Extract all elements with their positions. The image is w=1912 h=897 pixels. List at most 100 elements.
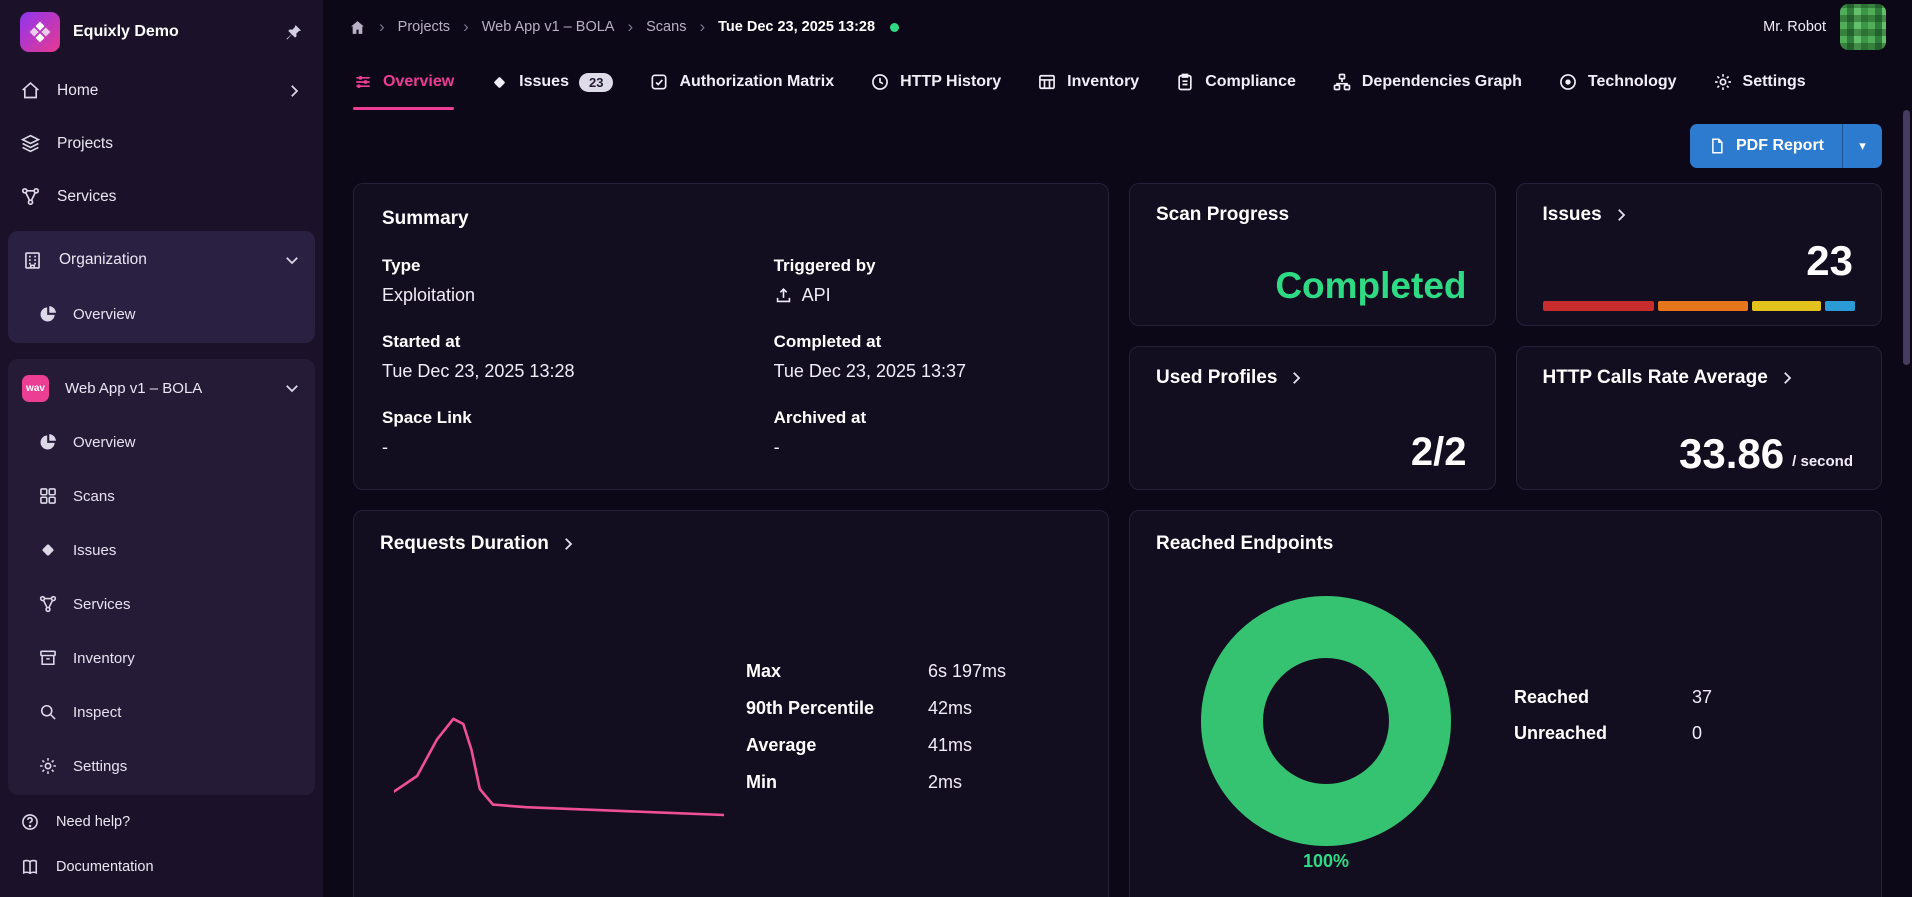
chevron-down-icon (283, 379, 301, 397)
sidebar-item-project-settings[interactable]: Settings (8, 739, 315, 793)
breadcrumb-current: Tue Dec 23, 2025 13:28 (718, 19, 875, 35)
sidebar-item-organization[interactable]: Organization (8, 233, 315, 287)
card-title: Issues (1543, 204, 1602, 226)
tab-settings[interactable]: Settings (1713, 54, 1806, 110)
sidebar-item-organization-overview[interactable]: Overview (8, 287, 315, 341)
archive-icon (38, 648, 58, 668)
tab-label: Settings (1743, 73, 1806, 91)
summary-field-archived-at: Archived at - (774, 408, 1080, 458)
tab-label: Authorization Matrix (679, 73, 834, 91)
breadcrumb-item[interactable]: Scans (646, 19, 686, 35)
breadcrumb-home-icon[interactable] (349, 19, 366, 36)
requests-duration-card: Requests Duration Max6s 197ms 90th Perce… (353, 510, 1109, 897)
chevron-right-icon[interactable] (1778, 369, 1796, 387)
book-icon (20, 857, 40, 877)
chevron-right-icon[interactable] (1287, 369, 1305, 387)
grid-icon (38, 486, 58, 506)
breadcrumb-separator: › (379, 17, 385, 37)
tab-issues[interactable]: Issues 23 (490, 54, 613, 110)
checkbox-icon (649, 72, 669, 92)
summary-field-started-at: Started at Tue Dec 23, 2025 13:28 (382, 332, 744, 382)
breadcrumb-separator: › (463, 17, 469, 37)
project-name: Web App v1 – BOLA (65, 380, 267, 397)
sidebar-item-label: Documentation (56, 859, 303, 875)
issues-count-badge: 23 (579, 73, 613, 92)
caret-down-icon: ▾ (1859, 138, 1866, 154)
main-area: › Projects › Web App v1 – BOLA › Scans ›… (323, 0, 1912, 897)
scrollbar-thumb[interactable] (1903, 110, 1910, 365)
chevron-right-icon[interactable] (1612, 206, 1630, 224)
stat-row: Average41ms (746, 727, 1006, 764)
sidebar-item-label: Home (57, 82, 269, 100)
sidebar-item-home[interactable]: Home (0, 64, 323, 117)
breadcrumb-item[interactable]: Web App v1 – BOLA (482, 19, 615, 35)
summary-field-space-link: Space Link - (382, 408, 744, 458)
reached-endpoints-card: Reached Endpoints 100% Reached37 Unreach… (1129, 510, 1882, 897)
page-content: PDF Report ▾ Summary Type Exploitation (323, 110, 1912, 897)
http-rate-value-wrap: 33.86 / second (1679, 433, 1853, 475)
user-name: Mr. Robot (1763, 19, 1826, 35)
tab-technology[interactable]: Technology (1558, 54, 1677, 110)
requests-duration-stats: Max6s 197ms 90th Percentile42ms Average4… (746, 653, 1006, 801)
tab-dependencies-graph[interactable]: Dependencies Graph (1332, 54, 1522, 110)
chevron-down-icon (283, 251, 301, 269)
sidebar-item-label: Scans (73, 488, 115, 505)
card-title: Used Profiles (1156, 367, 1277, 389)
sidebar-header: Equixly Demo (0, 0, 323, 64)
sidebar-item-label: Overview (73, 434, 136, 451)
scan-status-dot (890, 23, 899, 32)
project-wav-icon: wav (22, 375, 49, 402)
sidebar-item-project[interactable]: wav Web App v1 – BOLA (8, 361, 315, 415)
tab-bar: Overview Issues 23 Authorization Matrix … (323, 54, 1912, 110)
tab-compliance[interactable]: Compliance (1175, 54, 1296, 110)
http-rate-value: 33.86 (1679, 433, 1784, 475)
chevron-right-icon[interactable] (559, 535, 577, 553)
pdf-report-button[interactable]: PDF Report ▾ (1690, 124, 1882, 168)
table-icon (1037, 72, 1057, 92)
sidebar-item-project-scans[interactable]: Scans (8, 469, 315, 523)
breadcrumb-item[interactable]: Projects (398, 19, 450, 35)
issues-count: 23 (1806, 237, 1853, 285)
avatar[interactable] (1840, 4, 1886, 50)
building-icon (22, 250, 43, 271)
tab-authorization-matrix[interactable]: Authorization Matrix (649, 54, 834, 110)
tab-overview[interactable]: Overview (353, 54, 454, 110)
sidebar-item-services[interactable]: Services (0, 170, 323, 223)
sidebar-item-project-inspect[interactable]: Inspect (8, 685, 315, 739)
stat-row: Min2ms (746, 764, 1006, 801)
chevron-right-icon (285, 82, 303, 100)
sidebar-item-project-services[interactable]: Services (8, 577, 315, 631)
upload-icon (774, 286, 793, 305)
issues-card: Issues 23 (1516, 183, 1883, 326)
tab-label: Overview (383, 73, 454, 91)
gear-icon (38, 756, 58, 776)
sidebar-item-label: Issues (73, 542, 116, 559)
summary-fields: Type Exploitation Triggered by API Start… (382, 230, 1080, 458)
sidebar-item-need-help[interactable]: Need help? (0, 799, 323, 844)
pdf-report-dropdown[interactable]: ▾ (1842, 124, 1882, 168)
nodes-icon (20, 186, 41, 207)
breadcrumb: › Projects › Web App v1 – BOLA › Scans ›… (349, 17, 1763, 37)
cards-grid: Summary Type Exploitation Triggered by A… (353, 183, 1882, 897)
sidebar-item-project-issues[interactable]: Issues (8, 523, 315, 577)
sidebar-item-projects[interactable]: Projects (0, 117, 323, 170)
summary-field-triggered-by: Triggered by API (774, 256, 1080, 306)
tab-http-history[interactable]: HTTP History (870, 54, 1001, 110)
topbar: › Projects › Web App v1 – BOLA › Scans ›… (323, 0, 1912, 54)
home-icon (20, 80, 41, 101)
tab-inventory[interactable]: Inventory (1037, 54, 1139, 110)
sidebar-item-project-overview[interactable]: Overview (8, 415, 315, 469)
sidebar-item-documentation[interactable]: Documentation (0, 844, 323, 889)
reached-endpoints-donut (1200, 595, 1452, 847)
pin-sidebar-icon[interactable] (284, 23, 303, 42)
sidebar-item-label: Need help? (56, 814, 303, 830)
breadcrumb-separator: › (699, 17, 705, 37)
equixly-logo-icon (20, 12, 60, 52)
card-title: Reached Endpoints (1156, 533, 1855, 555)
summary-card: Summary Type Exploitation Triggered by A… (353, 183, 1109, 490)
sidebar-item-project-inventory[interactable]: Inventory (8, 631, 315, 685)
breadcrumb-separator: › (627, 17, 633, 37)
organization-group: Organization Overview (8, 231, 315, 343)
help-circle-icon (20, 812, 40, 832)
gear-icon (1713, 72, 1733, 92)
